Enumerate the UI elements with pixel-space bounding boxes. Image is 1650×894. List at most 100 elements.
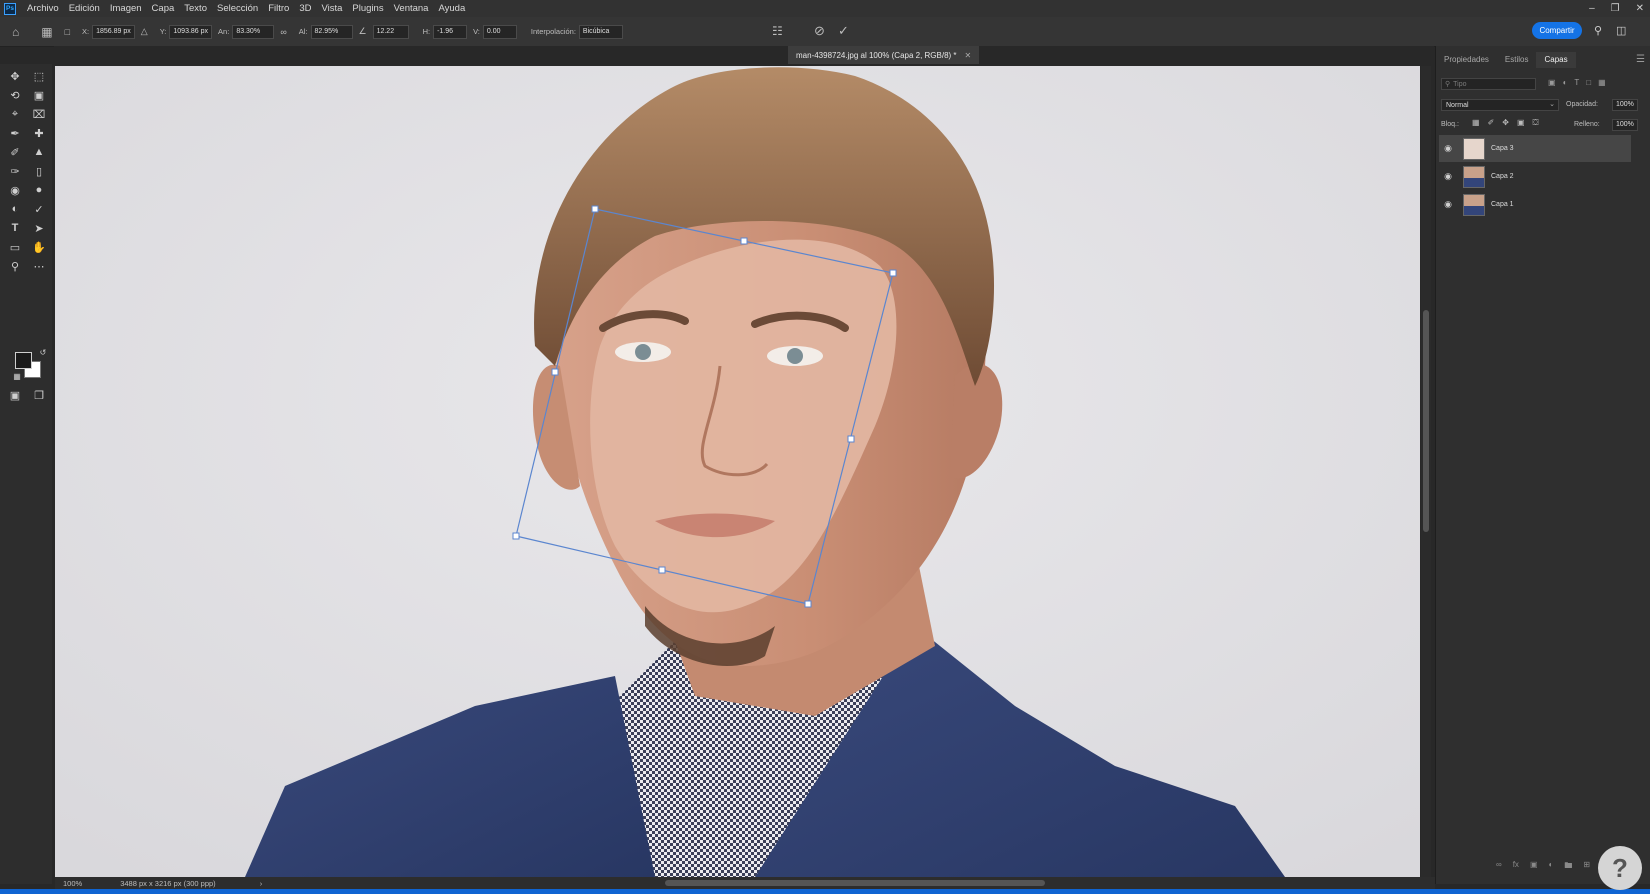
blur-tool-icon[interactable]: ● xyxy=(31,182,47,198)
search-icon[interactable]: ⚲ xyxy=(1594,24,1602,37)
pen-tool-icon[interactable]: ✓ xyxy=(31,201,47,217)
quick-mask-icon[interactable]: ▣ xyxy=(7,387,23,403)
lock-position-icon[interactable]: ✥ xyxy=(1502,118,1509,128)
document-tab[interactable]: man-4398724.jpg al 100% (Capa 2, RGB/8) … xyxy=(788,46,980,64)
filter-adjustment-icon[interactable]: ◐ xyxy=(1563,78,1568,87)
layer-row[interactable]: ◉ Capa 1 xyxy=(1439,191,1631,218)
y-field[interactable]: 1093.86 px xyxy=(169,24,213,39)
new-group-icon[interactable]: 🖿 xyxy=(1564,860,1572,874)
canvas[interactable] xyxy=(55,66,1420,877)
close-window-icon[interactable]: ✕ xyxy=(1636,3,1644,14)
paint-bucket-tool-icon[interactable]: ◉ xyxy=(7,182,23,198)
transform-handle-top-right[interactable] xyxy=(889,269,897,277)
check-icon[interactable]: ✓ xyxy=(838,23,849,39)
transform-handle-bottom[interactable] xyxy=(658,566,666,574)
hand-tool-icon[interactable]: ✋ xyxy=(31,239,47,255)
interpolation-select[interactable]: Bicúbica xyxy=(578,24,623,39)
crop-tool-icon[interactable]: ⌖ xyxy=(7,106,23,122)
share-button[interactable]: Compartir xyxy=(1532,22,1582,39)
horizontal-scroll-thumb[interactable] xyxy=(665,880,1045,886)
transform-handle-bottom-left[interactable] xyxy=(512,532,520,540)
brush-tool-icon[interactable]: ✐ xyxy=(7,144,23,160)
visibility-eye-icon[interactable]: ◉ xyxy=(1439,199,1457,210)
transform-handle-top-left[interactable] xyxy=(591,205,599,213)
new-layer-icon[interactable]: ⊞ xyxy=(1583,860,1590,874)
history-brush-tool-icon[interactable]: ✑ xyxy=(7,163,23,179)
menu-texto[interactable]: Texto xyxy=(179,3,212,14)
menu-seleccion[interactable]: Selección xyxy=(212,3,263,14)
fill-field[interactable]: 100% xyxy=(1612,119,1638,131)
cancel-icon[interactable]: ⊘ xyxy=(814,23,825,39)
transform-handle-right[interactable] xyxy=(847,435,855,443)
layer-row[interactable]: ◉ Capa 2 xyxy=(1439,163,1631,190)
transform-handle-top[interactable] xyxy=(740,237,748,245)
filter-shape-icon[interactable]: □ xyxy=(1586,78,1591,87)
object-select-tool-icon[interactable]: ▣ xyxy=(31,87,47,103)
menu-filtro[interactable]: Filtro xyxy=(263,3,294,14)
move-tool-icon[interactable]: ✥ xyxy=(7,68,23,84)
visibility-eye-icon[interactable]: ◉ xyxy=(1439,143,1457,154)
layer-style-icon[interactable]: fx xyxy=(1513,860,1519,874)
visibility-eye-icon[interactable]: ◉ xyxy=(1439,171,1457,182)
warp-mode-icon[interactable]: ☷ xyxy=(772,24,783,38)
lock-pixels-icon[interactable]: ✐ xyxy=(1488,118,1495,128)
filter-pixel-icon[interactable]: ▣ xyxy=(1548,78,1556,87)
lock-artboard-icon[interactable]: ▣ xyxy=(1517,118,1525,128)
tab-capas[interactable]: Capas xyxy=(1536,52,1576,68)
menu-plugins[interactable]: Plugins xyxy=(347,3,388,14)
tab-propiedades[interactable]: Propiedades xyxy=(1436,52,1497,68)
menu-ventana[interactable]: Ventana xyxy=(389,3,434,14)
default-colors-icon[interactable]: ▦ xyxy=(9,368,25,384)
width-field[interactable]: 83.30% xyxy=(232,24,275,39)
blend-mode-select[interactable]: Normal ⌄ xyxy=(1441,99,1559,111)
marquee-tool-icon[interactable]: ⬚ xyxy=(31,68,47,84)
filter-type-icon[interactable]: T xyxy=(1574,78,1579,87)
swap-colors-icon[interactable]: ↺ xyxy=(35,344,51,360)
vertical-scrollbar[interactable] xyxy=(1421,66,1431,877)
zoom-tool-icon[interactable]: ⚲ xyxy=(7,258,23,274)
layer-name[interactable]: Capa 3 xyxy=(1491,145,1514,152)
lasso-tool-icon[interactable]: ⟲ xyxy=(7,87,23,103)
lock-all-icon[interactable]: ⛋ xyxy=(1533,118,1539,128)
menu-vista[interactable]: Vista xyxy=(316,3,347,14)
adjustment-layer-icon[interactable]: ◐ xyxy=(1549,860,1554,874)
panel-menu-icon[interactable]: ☰ xyxy=(1636,54,1645,65)
hskew-field[interactable]: -1.96 xyxy=(433,24,468,39)
zoom-level[interactable]: 100% xyxy=(63,879,82,888)
menu-imagen[interactable]: Imagen xyxy=(105,3,147,14)
dodge-tool-icon[interactable]: ◐ xyxy=(7,201,23,217)
minimize-icon[interactable]: – xyxy=(1589,3,1595,14)
foreground-color-swatch[interactable] xyxy=(15,352,32,369)
more-tools-icon[interactable]: ⋯ xyxy=(31,258,47,274)
layer-row[interactable]: ◉ Capa 3 xyxy=(1439,135,1631,162)
reference-toggle-icon[interactable]: □ xyxy=(65,27,70,37)
path-selection-tool-icon[interactable]: ➤ xyxy=(31,220,47,236)
vskew-field[interactable]: 0.00 xyxy=(482,24,517,39)
eraser-tool-icon[interactable]: ▯ xyxy=(31,163,47,179)
menu-ayuda[interactable]: Ayuda xyxy=(433,3,470,14)
type-tool-icon[interactable]: T xyxy=(7,220,23,236)
layer-filter-input[interactable]: ⚲ Tipo xyxy=(1441,78,1536,90)
lock-transparent-icon[interactable]: ▦ xyxy=(1472,118,1480,128)
add-mask-icon[interactable]: ▣ xyxy=(1530,860,1538,874)
home-icon[interactable]: ⌂ xyxy=(12,25,19,39)
frame-tool-icon[interactable]: ⌧ xyxy=(31,106,47,122)
close-tab-icon[interactable]: ✕ xyxy=(965,51,972,60)
workspace-icon[interactable]: ◫ xyxy=(1616,24,1626,37)
angle-field[interactable]: 12.22 xyxy=(372,24,409,39)
link-layers-icon[interactable]: ∞ xyxy=(1496,860,1502,874)
eyedropper-tool-icon[interactable]: ✒ xyxy=(7,125,23,141)
status-menu-icon[interactable]: › xyxy=(260,879,263,888)
transform-handle-left[interactable] xyxy=(551,368,559,376)
healing-brush-tool-icon[interactable]: ✚ xyxy=(31,125,47,141)
link-icon[interactable]: ∞ xyxy=(280,27,286,37)
restore-icon[interactable]: ❐ xyxy=(1611,3,1620,14)
menu-archivo[interactable]: Archivo xyxy=(22,3,64,14)
menu-edicion[interactable]: Edición xyxy=(64,3,105,14)
filter-smart-object-icon[interactable]: ▦ xyxy=(1598,78,1606,87)
reference-point-icon[interactable]: ▦ xyxy=(41,25,52,39)
tab-estilos[interactable]: Estilos xyxy=(1497,52,1537,68)
transform-handle-bottom-right[interactable] xyxy=(804,600,812,608)
opacity-field[interactable]: 100% xyxy=(1612,99,1638,111)
rectangle-tool-icon[interactable]: ▭ xyxy=(7,239,23,255)
